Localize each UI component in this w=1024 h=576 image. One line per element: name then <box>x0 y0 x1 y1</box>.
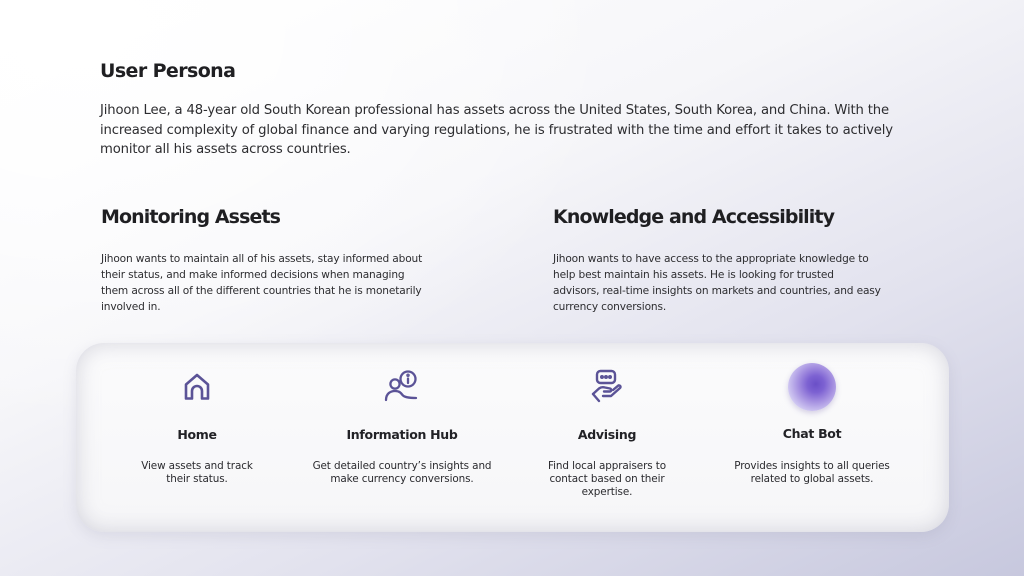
feature-information-hub[interactable]: Information Hub Get detailed country’s i… <box>302 343 502 532</box>
chat-bot-orb <box>788 363 836 411</box>
features-card: Home View assets and track their status.… <box>76 343 949 532</box>
chat-bot-orb-icon <box>787 362 837 412</box>
feature-information-hub-description: Get detailed country’s insights and make… <box>312 460 492 485</box>
persona-description: Jihoon Lee, a 48-year old South Korean p… <box>100 103 893 157</box>
page-title: User Persona <box>100 60 236 82</box>
feature-home[interactable]: Home View assets and track their status. <box>97 343 297 532</box>
feature-advising-description: Find local appraisers to contact based o… <box>547 460 666 498</box>
feature-chat-bot-title: Chat Bot <box>782 426 842 441</box>
section-monitoring-body: Jihoon wants to maintain all of his asse… <box>101 253 423 313</box>
feature-home-title: Home <box>177 427 217 442</box>
section-monitoring-heading: Monitoring Assets <box>101 206 281 228</box>
feature-home-description: View assets and track their status. <box>141 460 253 485</box>
information-hub-icon <box>380 365 424 409</box>
feature-chat-bot[interactable]: Chat Bot Provides insights to all querie… <box>712 343 912 532</box>
home-icon <box>175 365 219 409</box>
feature-information-hub-title: Information Hub <box>346 427 458 442</box>
section-knowledge-body: Jihoon wants to have access to the appro… <box>553 253 881 313</box>
feature-chat-bot-description: Provides insights to all queries related… <box>734 460 890 485</box>
feature-advising-title: Advising <box>577 427 637 442</box>
advising-icon <box>585 365 629 409</box>
feature-advising[interactable]: Advising Find local appraisers to contac… <box>507 343 707 532</box>
section-knowledge-heading: Knowledge and Accessibility <box>553 206 835 228</box>
